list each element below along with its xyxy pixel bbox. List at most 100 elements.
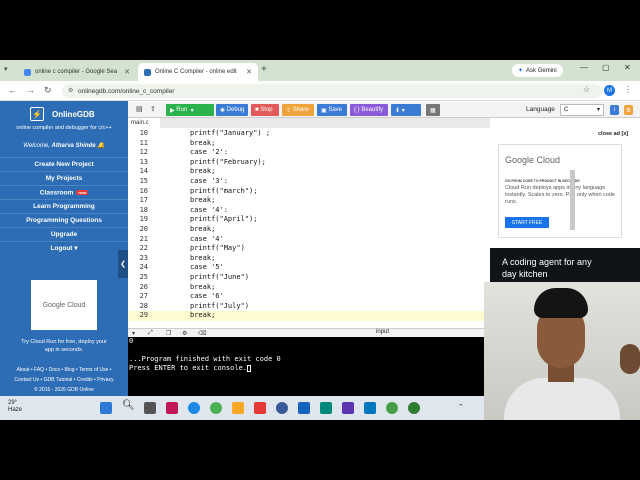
- url-field[interactable]: ⚙ onlinegdb.com/online_c_compiler: [62, 84, 602, 98]
- debug-button[interactable]: ✱ Debug: [216, 104, 248, 116]
- beautify-button[interactable]: { } Beautify: [350, 104, 388, 116]
- tab-onlinegdb[interactable]: Online C Compiler - online edit ✕: [138, 63, 258, 81]
- code-line[interactable]: 24 case '5': [128, 263, 224, 273]
- tab-search-icon[interactable]: ▾: [4, 65, 8, 73]
- share-button[interactable]: ⇧ Share: [282, 104, 314, 116]
- reload-icon[interactable]: ↻: [44, 85, 52, 96]
- chrome-icon[interactable]: [386, 402, 398, 414]
- wps-icon[interactable]: [254, 402, 266, 414]
- onlinegdb-logo-icon[interactable]: ⚡: [30, 107, 44, 121]
- info-icon[interactable]: i: [610, 105, 619, 115]
- new-tab-icon[interactable]: +: [261, 64, 267, 75]
- footer-links-1[interactable]: About • FAQ • Docs • Blog • Terms of Use…: [0, 365, 128, 375]
- stop-button[interactable]: ■ Stop: [251, 104, 279, 116]
- ad-scrollbar[interactable]: [570, 170, 575, 230]
- back-icon[interactable]: ←: [8, 85, 17, 95]
- app-icon[interactable]: [298, 402, 310, 414]
- app-icon[interactable]: [320, 402, 332, 414]
- profile-avatar[interactable]: M: [604, 85, 615, 96]
- chevron-down-icon: ▾: [74, 245, 78, 252]
- code-line[interactable]: 29 break;: [128, 311, 490, 321]
- close-window-icon[interactable]: ✕: [624, 63, 631, 72]
- code-line[interactable]: 15 case '3':: [128, 177, 228, 187]
- gear-icon[interactable]: ⚙: [182, 330, 187, 337]
- chevron-down-icon[interactable]: ▾: [132, 330, 135, 337]
- upload-icon[interactable]: ⇪: [150, 105, 156, 113]
- address-bar: ← → ↻ ⚙ onlinegdb.com/online_c_compiler …: [0, 81, 640, 101]
- file-tab-main-c[interactable]: main.c: [128, 118, 160, 128]
- sidebar-item-logout[interactable]: Logout ▾: [0, 241, 128, 255]
- app-icon[interactable]: [166, 402, 178, 414]
- code-line[interactable]: 20 break;: [128, 225, 216, 235]
- code-text: case '4':: [190, 205, 228, 214]
- close-tab-icon[interactable]: ✕: [124, 68, 130, 76]
- sidebar-item-create-new-project[interactable]: Create New Project: [0, 157, 128, 171]
- edge-icon[interactable]: [188, 402, 200, 414]
- file-explorer-icon[interactable]: [232, 402, 244, 414]
- code-line[interactable]: 22 printf("May"): [128, 244, 245, 254]
- ask-gemini-button[interactable]: ✦ Ask Gemini: [512, 64, 563, 77]
- chevron-up-icon[interactable]: ⌃: [458, 403, 464, 411]
- code-line[interactable]: 19 printf("April");: [128, 215, 258, 225]
- bell-icon[interactable]: 🔔: [97, 143, 104, 149]
- code-editor[interactable]: 10 printf("January") ; 11 break; 12 case '2':…: [128, 128, 490, 328]
- code-line[interactable]: 23 break;: [128, 254, 216, 264]
- save-button[interactable]: ▣ Save: [317, 104, 347, 116]
- user-name: Atharva Shinde: [51, 143, 96, 149]
- start-free-button[interactable]: START FREE: [505, 217, 549, 228]
- brand-name[interactable]: OnlineGDB: [52, 110, 95, 119]
- clear-icon[interactable]: ⌫: [198, 330, 206, 337]
- sidebar-item-upgrade[interactable]: Upgrade: [0, 227, 128, 241]
- download-button[interactable]: ⬇ ▾: [391, 104, 421, 116]
- weather-widget[interactable]: 29° Haze: [8, 400, 22, 414]
- code-line[interactable]: 27 case '6': [128, 292, 224, 302]
- chrome-active-icon[interactable]: [408, 402, 420, 414]
- maximize-icon[interactable]: ▢: [602, 63, 610, 72]
- settings-button[interactable]: ▦: [426, 104, 440, 116]
- chrome-icon[interactable]: [210, 402, 222, 414]
- search-icon[interactable]: 🔍︎: [122, 400, 135, 412]
- language-select[interactable]: C ▾: [560, 104, 604, 116]
- app-icon[interactable]: [364, 402, 376, 414]
- code-line[interactable]: 10 printf("January") ;: [128, 129, 271, 139]
- gear-icon[interactable]: ⚙: [624, 105, 633, 115]
- sidebar-ad-text[interactable]: Try Cloud Run for free, deploy your app …: [20, 338, 108, 354]
- code-line[interactable]: 21 case '4': [128, 235, 224, 245]
- sidebar-item-learn-programming[interactable]: Learn Programming: [0, 199, 128, 213]
- app-icon[interactable]: [342, 402, 354, 414]
- input-label: input: [376, 329, 390, 335]
- sidebar-item-programming-questions[interactable]: Programming Questions: [0, 213, 128, 227]
- minimize-icon[interactable]: —: [580, 63, 588, 72]
- code-line[interactable]: 26 break;: [128, 283, 216, 293]
- code-line[interactable]: 16 printf("march");: [128, 187, 258, 197]
- google-cloud-ad[interactable]: Google Cloud GO FROM CODE TO PRODUCT IN …: [498, 144, 622, 238]
- expand-icon[interactable]: ⤢: [148, 330, 153, 337]
- task-view-icon[interactable]: [144, 402, 156, 414]
- close-ad-button[interactable]: close ad [x]: [598, 131, 628, 137]
- bookmark-star-icon[interactable]: ☆: [583, 85, 590, 94]
- code-line[interactable]: 11 break;: [128, 139, 216, 149]
- start-windows-icon[interactable]: [100, 402, 112, 414]
- forward-icon[interactable]: →: [26, 85, 35, 95]
- sidebar-item-my-projects[interactable]: My Projects: [0, 171, 128, 185]
- code-line[interactable]: 13 printf("February);: [128, 158, 266, 168]
- menu-kebab-icon[interactable]: ⋮: [624, 85, 632, 94]
- new-file-icon[interactable]: ▤: [136, 105, 143, 113]
- collapse-sidebar-button[interactable]: ❮: [118, 250, 128, 278]
- code-line[interactable]: 14 break;: [128, 167, 216, 177]
- copy-icon[interactable]: ❐: [166, 330, 171, 337]
- close-tab-icon[interactable]: ✕: [246, 68, 252, 76]
- code-line[interactable]: 12 case '2':: [128, 148, 228, 158]
- output-console[interactable]: 0 ...Program finished with exit code 0 P…: [128, 337, 490, 396]
- footer-links-2[interactable]: Contact Us • GDB Tutorial • Credits • Pr…: [0, 375, 128, 385]
- code-line[interactable]: 18 case '4':: [128, 206, 228, 216]
- run-button[interactable]: ▶ Run ▾: [166, 104, 214, 116]
- site-info-icon[interactable]: ⚙: [68, 87, 73, 94]
- sidebar-ad[interactable]: Google Cloud: [31, 280, 97, 330]
- code-line[interactable]: 28 printf("July"): [128, 302, 249, 312]
- facebook-icon[interactable]: [276, 402, 288, 414]
- sidebar-item-classroom[interactable]: Classroom new: [0, 185, 128, 199]
- tab-google-search[interactable]: online c compiler - Google Sea ✕: [18, 63, 136, 81]
- code-line[interactable]: 25 printf("June"): [128, 273, 249, 283]
- code-line[interactable]: 17 break;: [128, 196, 216, 206]
